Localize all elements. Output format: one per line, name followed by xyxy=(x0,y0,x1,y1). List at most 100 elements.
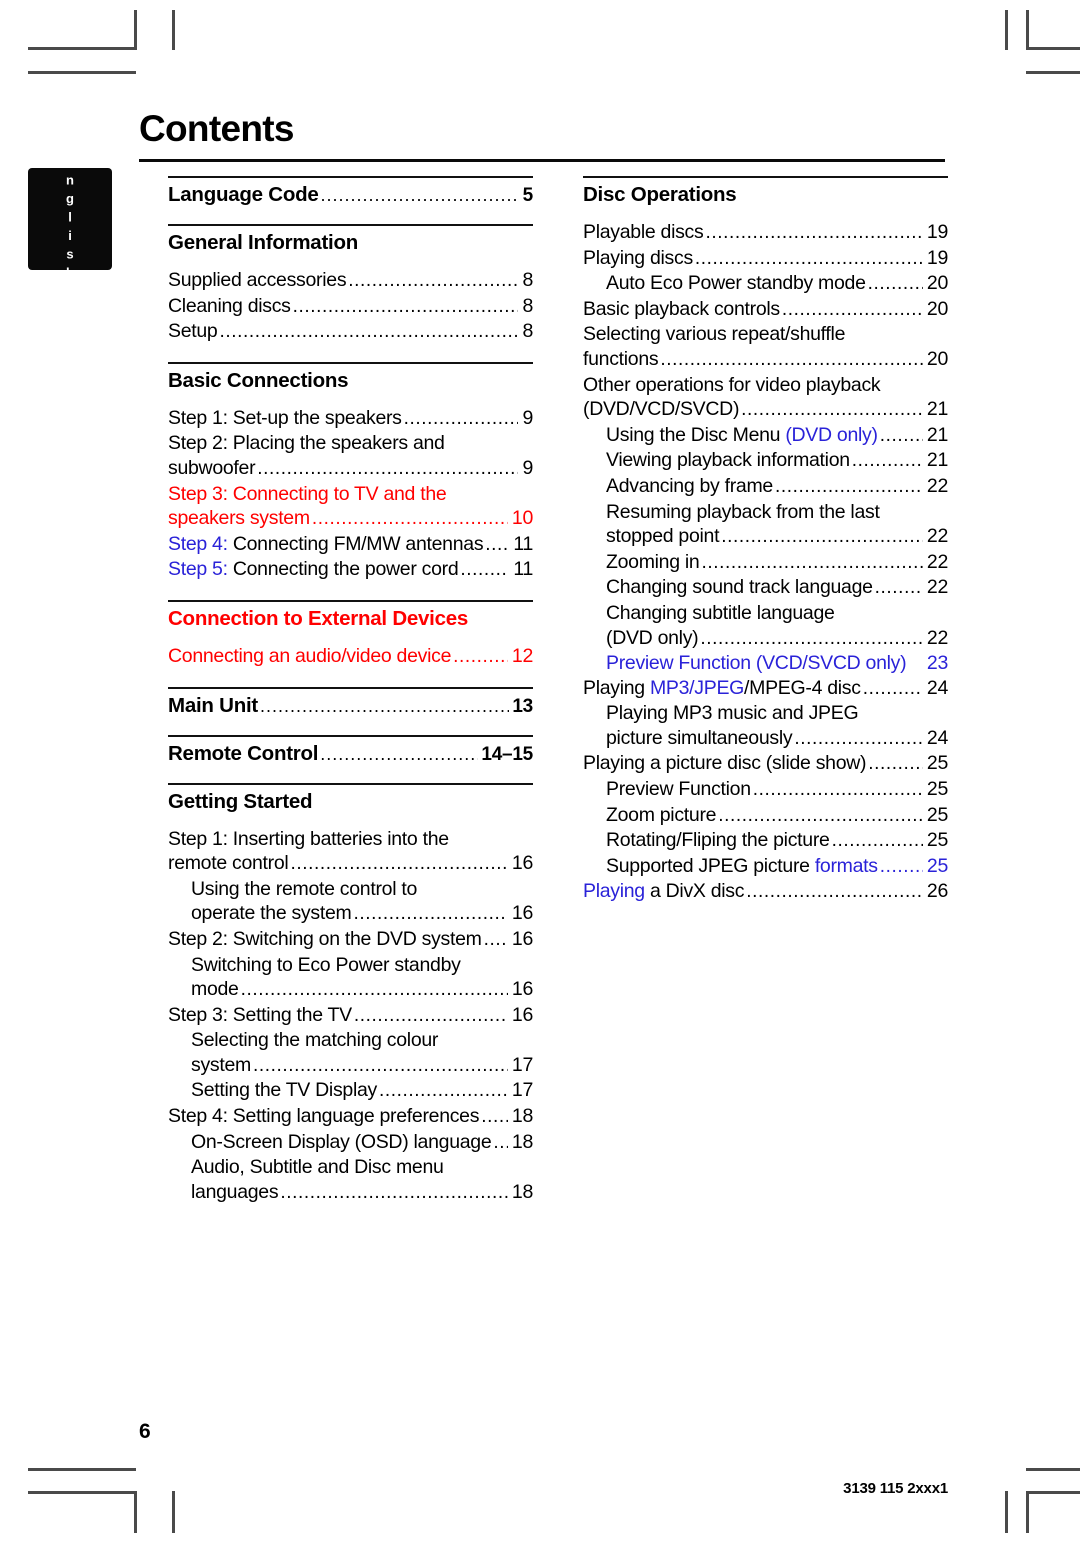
toc-entry-page: 8 xyxy=(522,269,533,291)
toc-entry-page: 16 xyxy=(511,978,533,1001)
leader-dots: ........................................… xyxy=(257,457,519,479)
toc-entry[interactable]: Preview Function........................… xyxy=(583,777,948,803)
toc-entry[interactable]: Other operations for video playback xyxy=(583,373,948,398)
toc-entry[interactable]: Changing subtitle language xyxy=(583,601,948,626)
toc-entry-label: languages xyxy=(191,1180,279,1203)
toc-entry-label: On-Screen Display (OSD) language xyxy=(191,1130,492,1153)
toc-entry[interactable]: Playing MP3/JPEG/MPEG-4 disc............… xyxy=(583,676,948,702)
toc-entry[interactable]: speakers system.........................… xyxy=(168,506,533,532)
toc-entry[interactable]: functions...............................… xyxy=(583,347,948,373)
toc-entry-label: speakers system xyxy=(168,507,310,530)
toc-entry-page: 8 xyxy=(522,294,533,317)
toc-entry[interactable]: Playable discs..........................… xyxy=(583,220,948,246)
leader-dots: ........................................… xyxy=(252,1054,508,1076)
toc-entry[interactable]: mode....................................… xyxy=(168,977,533,1003)
toc-entry-label: Basic playback controls xyxy=(583,297,780,320)
language-tab: English xyxy=(28,154,112,284)
toc-entry-page: 21 xyxy=(926,423,948,446)
toc-entry[interactable]: Rotating/Fliping the picture............… xyxy=(583,828,948,854)
toc-entry-page: 25 xyxy=(926,829,948,852)
toc-entry[interactable]: Step 1: Inserting batteries into the xyxy=(168,827,533,852)
toc-entry[interactable]: Step 2: Placing the speakers and xyxy=(168,431,533,456)
toc-entry[interactable]: Step 3: Connecting to TV and the xyxy=(168,482,533,507)
toc-entry[interactable]: Supported JPEG picture formats..........… xyxy=(583,854,948,880)
toc-entry-label: subwoofer xyxy=(168,456,256,479)
leader-dots: ........................................ xyxy=(481,1106,508,1128)
toc-entry-label: Step 1: Set-up the speakers xyxy=(168,406,402,429)
toc-entry[interactable]: Step 4: Connecting FM/MW antennas.......… xyxy=(168,532,533,558)
toc-entry-page: 20 xyxy=(926,297,948,320)
toc-entry[interactable]: Selecting the matching colour xyxy=(168,1028,533,1053)
toc-entry[interactable]: Playing discs...........................… xyxy=(583,246,948,272)
toc-entry[interactable]: stopped point...........................… xyxy=(583,524,948,550)
toc-entry[interactable]: Supplied accessories....................… xyxy=(168,268,533,294)
leader-dots: ........................................… xyxy=(746,881,923,903)
toc-section-heading-page: 14–15 xyxy=(481,743,533,765)
toc-entry[interactable]: Step 2: Switching on the DVD system.....… xyxy=(168,927,533,953)
toc-column-left: Language Code...........................… xyxy=(168,176,533,1222)
toc-section-heading[interactable]: Remote Control..........................… xyxy=(168,737,533,766)
toc-section-heading-label: Disc Operations xyxy=(583,183,737,206)
toc-section-heading-label: Basic Connections xyxy=(168,368,349,392)
leader-dots: ........................................ xyxy=(874,577,923,599)
toc-entry[interactable]: Setup...................................… xyxy=(168,319,533,345)
toc-entry[interactable]: Zooming in..............................… xyxy=(583,550,948,576)
toc-entry[interactable]: picture simultaneously..................… xyxy=(583,726,948,752)
toc-entry[interactable]: languages...............................… xyxy=(168,1180,533,1206)
toc-entry-label: Playing MP3 music and JPEG xyxy=(606,702,859,725)
toc-entry-page: 22 xyxy=(926,474,948,497)
toc-entry[interactable]: Zoom picture............................… xyxy=(583,803,948,829)
toc-section-heading[interactable]: Main Unit...............................… xyxy=(168,689,533,718)
toc-entry[interactable]: Preview Function (VCD/SVCD only) 23 xyxy=(583,651,948,676)
toc-entry-page: 23 xyxy=(926,652,948,675)
toc-entry[interactable]: subwoofer...............................… xyxy=(168,456,533,482)
toc-entry-label: Playing a picture disc (slide show) xyxy=(583,752,867,775)
toc-entry[interactable]: Using the remote control to xyxy=(168,877,533,902)
toc-entry[interactable]: operate the system......................… xyxy=(168,901,533,927)
toc-entry[interactable]: Playing a DivX disc.....................… xyxy=(583,879,948,905)
toc-entry[interactable]: Step 4: Setting language preferences....… xyxy=(168,1104,533,1130)
crop-mark-top-right-tick-h xyxy=(1026,71,1080,74)
toc-entry-page: 25 xyxy=(926,803,948,826)
toc-entry[interactable]: Auto Eco Power standby mode.............… xyxy=(583,271,948,297)
toc-entry[interactable]: Playing a picture disc (slide show).....… xyxy=(583,751,948,777)
toc-entry[interactable]: Connecting an audio/video device........… xyxy=(168,644,533,670)
toc-section-heading[interactable]: Basic Connections xyxy=(168,364,533,393)
leader-dots: ........................................… xyxy=(721,526,923,548)
toc-entry[interactable]: Advancing by frame......................… xyxy=(583,474,948,500)
toc-entry[interactable]: remote control..........................… xyxy=(168,851,533,877)
toc-entry[interactable]: Audio, Subtitle and Disc menu xyxy=(168,1155,533,1180)
toc-entry[interactable]: Changing sound track language...........… xyxy=(583,575,948,601)
toc-entry[interactable]: Cleaning discs..........................… xyxy=(168,294,533,320)
toc-entry[interactable]: Step 1: Set-up the speakers.............… xyxy=(168,406,533,432)
toc-section-heading[interactable]: Disc Operations xyxy=(583,178,948,207)
toc-entry[interactable]: (DVD only)..............................… xyxy=(583,626,948,652)
toc-entry[interactable]: Setting the TV Display..................… xyxy=(168,1078,533,1104)
leader-dots: ........................................… xyxy=(741,399,923,421)
page-title: Contents xyxy=(139,108,294,149)
toc-entry[interactable]: Step 3: Setting the TV..................… xyxy=(168,1003,533,1029)
toc-entry[interactable]: Viewing playback information............… xyxy=(583,448,948,474)
toc-entry[interactable]: Playing MP3 music and JPEG xyxy=(583,701,948,726)
toc-entry-page: 16 xyxy=(511,1003,533,1026)
toc-entry[interactable]: Basic playback controls.................… xyxy=(583,297,948,323)
leader-dots: ........................................… xyxy=(290,853,508,875)
toc-entry[interactable]: Selecting various repeat/shuffle xyxy=(583,322,948,347)
toc-entry[interactable]: (DVD/VCD/SVCD)..........................… xyxy=(583,397,948,423)
toc-section-heading[interactable]: Connection to External Devices xyxy=(168,602,533,631)
toc-entry-label: Step 2: Placing the speakers and xyxy=(168,432,445,455)
toc-section-heading[interactable]: Getting Started xyxy=(168,785,533,814)
toc-section-heading[interactable]: Language Code...........................… xyxy=(168,178,533,207)
toc-entry[interactable]: On-Screen Display (OSD) language........… xyxy=(168,1130,533,1156)
toc-entry-page: 25 xyxy=(926,854,948,877)
toc-entry-label: functions xyxy=(583,347,659,370)
toc-entry[interactable]: system..................................… xyxy=(168,1053,533,1079)
toc-section-heading[interactable]: General Information xyxy=(168,226,533,255)
toc-entry[interactable]: Resuming playback from the last xyxy=(583,500,948,525)
toc-entry-label: Step 3: Setting the TV xyxy=(168,1003,352,1026)
toc-entry[interactable]: Step 5: Connecting the power cord.......… xyxy=(168,557,533,583)
toc-entry[interactable]: Switching to Eco Power standby xyxy=(168,953,533,978)
toc-entry[interactable]: Using the Disc Menu (DVD only)..........… xyxy=(583,423,948,449)
